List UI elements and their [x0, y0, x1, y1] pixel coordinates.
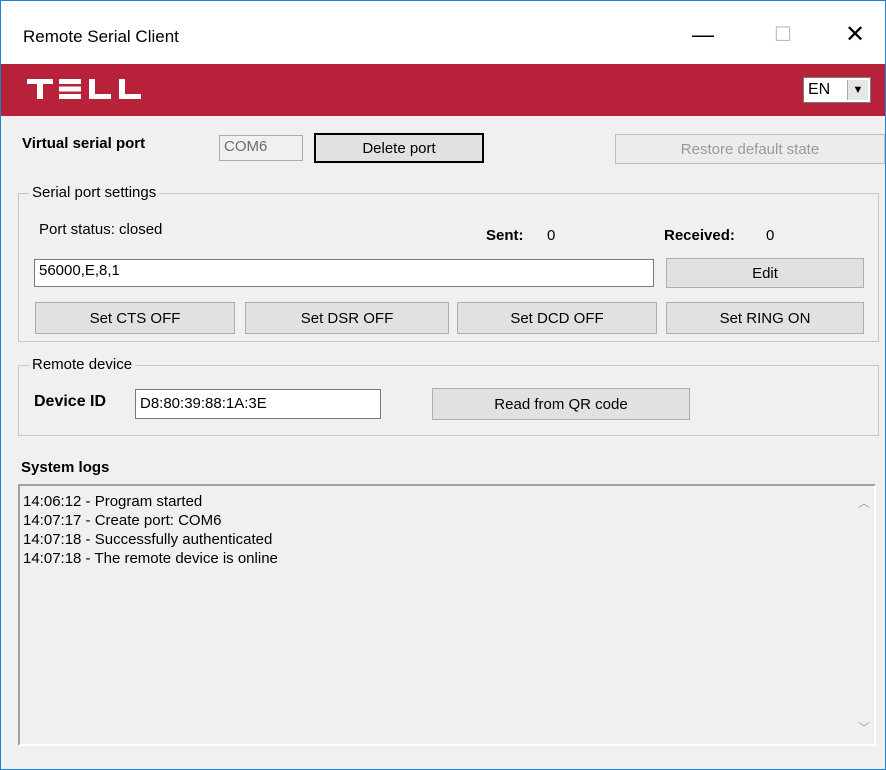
sent-value: 0	[547, 227, 556, 244]
log-line: 14:07:18 - Successfully authenticated	[23, 531, 273, 548]
log-lines: 14:06:12 - Program started 14:07:17 - Cr…	[23, 492, 278, 568]
serial-settings-legend: Serial port settings	[29, 184, 160, 201]
device-id-label: Device ID	[34, 393, 107, 410]
language-select[interactable]: EN ▼	[803, 77, 871, 103]
scroll-down-icon[interactable]: ﹀	[858, 719, 870, 736]
delete-port-button[interactable]: Delete port	[314, 133, 484, 163]
port-status: Port status: closed	[39, 221, 163, 238]
tell-logo	[27, 79, 141, 99]
close-button[interactable]: ✕	[825, 15, 885, 55]
log-line: 14:06:12 - Program started	[23, 493, 203, 510]
device-id-field[interactable]: D8:80:39:88:1A:3E	[135, 389, 381, 419]
log-line: 14:07:18 - The remote device is online	[23, 550, 278, 567]
log-line: 14:07:17 - Create port: COM6	[23, 512, 222, 529]
scroll-up-icon[interactable]: ︿	[858, 494, 870, 511]
maximize-button[interactable]: ☐	[753, 15, 813, 55]
set-dsr-button[interactable]: Set DSR OFF	[245, 302, 449, 334]
window-title: Remote Serial Client	[23, 27, 179, 46]
title-bar[interactable]: Remote Serial Client — ☐ ✕	[1, 1, 885, 64]
edit-button[interactable]: Edit	[666, 258, 864, 288]
virtual-port-label: Virtual serial port	[22, 135, 146, 152]
set-ring-button[interactable]: Set RING ON	[666, 302, 864, 334]
sent-label: Sent:	[486, 227, 524, 244]
remote-device-legend: Remote device	[29, 356, 136, 373]
received-value: 0	[766, 227, 775, 244]
serial-config-field[interactable]: 56000,E,8,1	[34, 259, 654, 287]
chevron-down-icon[interactable]: ▼	[847, 80, 868, 100]
system-logs-title: System logs	[21, 459, 110, 476]
system-logs-box[interactable]: 14:06:12 - Program started 14:07:17 - Cr…	[18, 484, 876, 746]
set-cts-button[interactable]: Set CTS OFF	[35, 302, 235, 334]
received-label: Received:	[664, 227, 735, 244]
minimize-button[interactable]: —	[673, 15, 733, 55]
port-name-field: COM6	[219, 135, 303, 161]
read-qr-button[interactable]: Read from QR code	[432, 388, 690, 420]
language-value: EN	[808, 81, 831, 98]
brand-banner: EN ▼	[1, 64, 885, 116]
log-scrollbar[interactable]: ︿ ﹀	[854, 486, 874, 744]
set-dcd-button[interactable]: Set DCD OFF	[457, 302, 657, 334]
app-window: Remote Serial Client — ☐ ✕ EN ▼ Virtual …	[0, 0, 886, 770]
restore-default-button[interactable]: Restore default state	[615, 134, 885, 164]
